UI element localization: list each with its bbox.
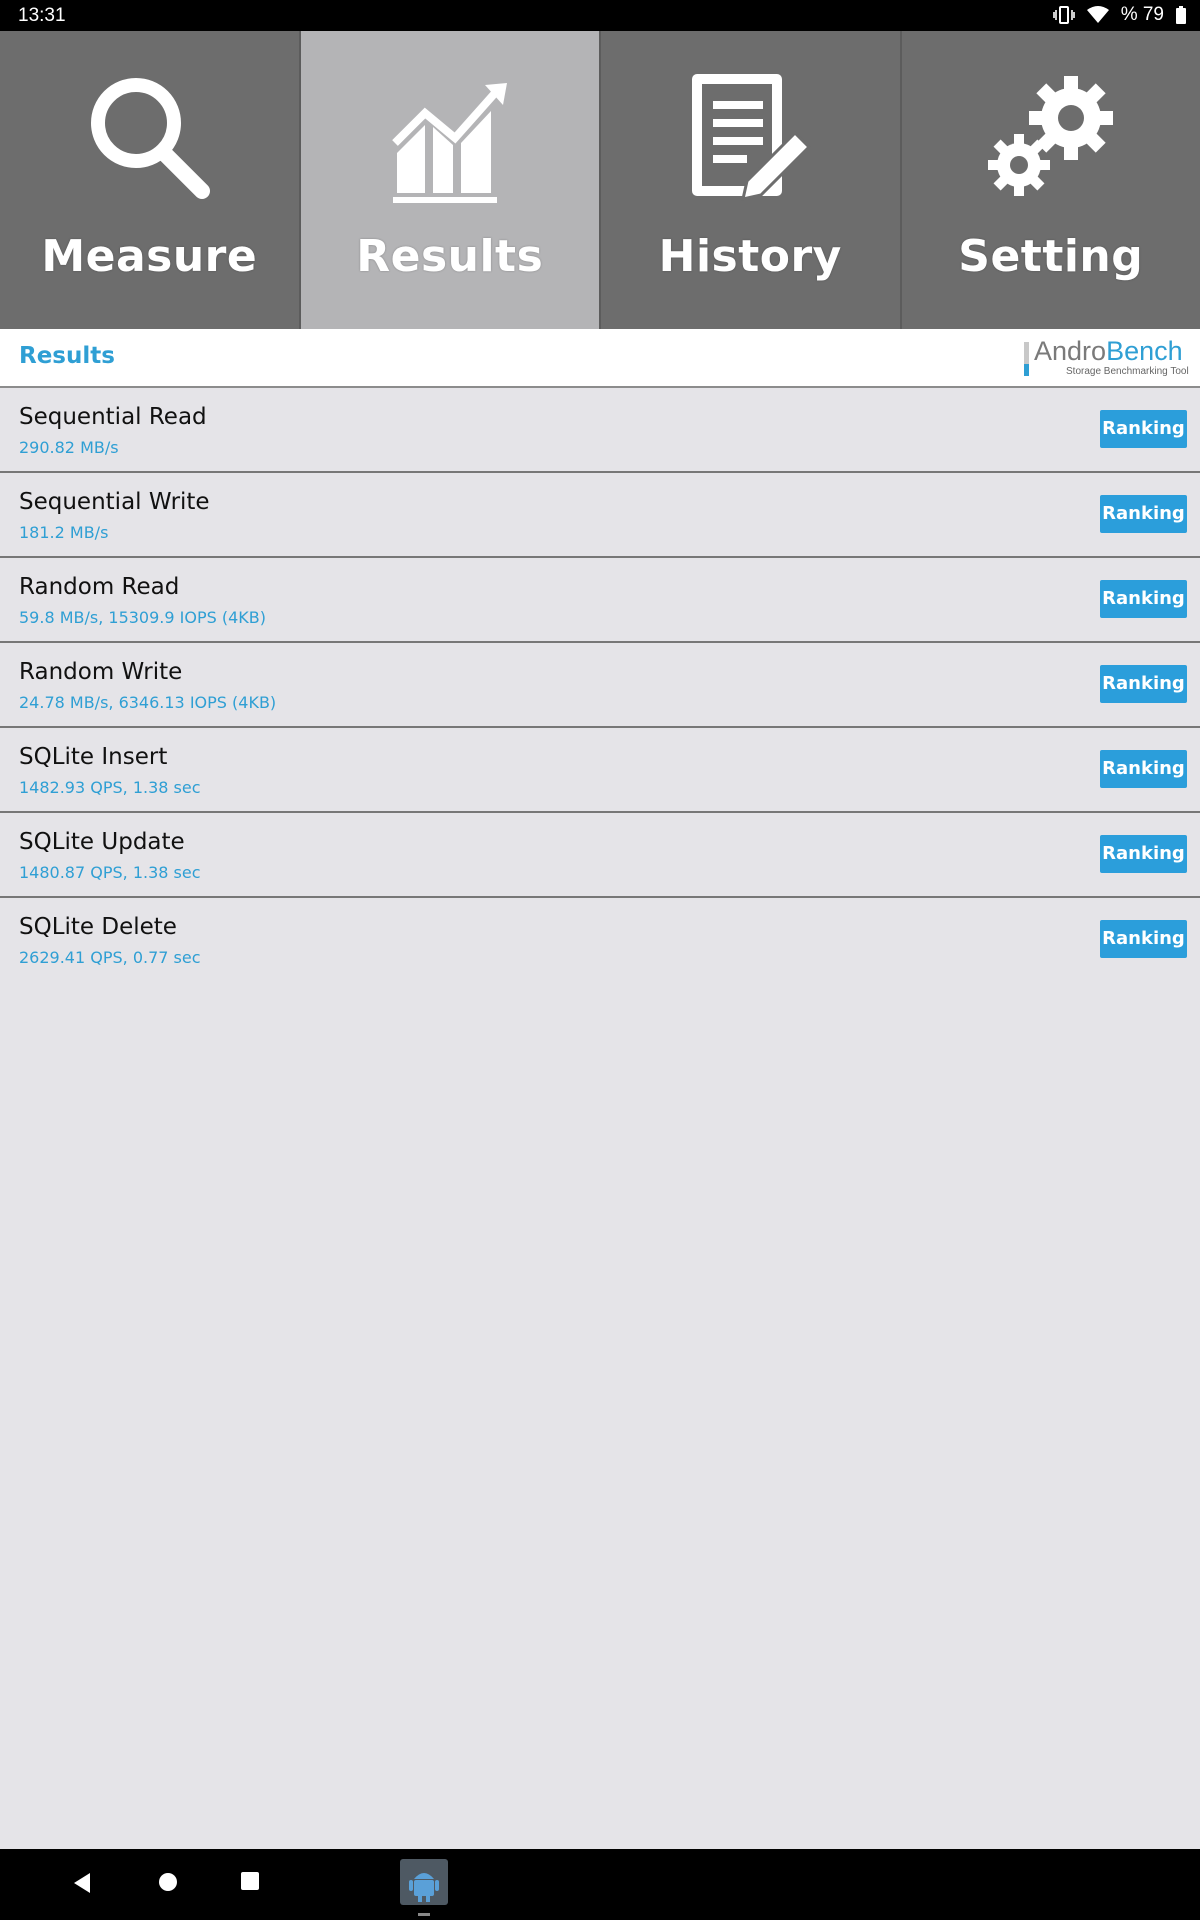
logo-brand: AndroBench (1034, 336, 1183, 367)
logo-brand-bench: Bench (1106, 336, 1183, 366)
tab-measure[interactable]: Measure (0, 31, 301, 329)
logo-brand-andro: Andro (1034, 336, 1107, 366)
logo-bar-accent (1024, 364, 1029, 376)
ranking-button[interactable]: Ranking (1100, 835, 1187, 873)
androbench-logo: AndroBench Storage Benchmarking Tool (1024, 336, 1189, 378)
tab-setting[interactable]: Setting (901, 31, 1200, 329)
battery-icon (1176, 6, 1186, 24)
result-name: SQLite Delete (19, 914, 177, 940)
result-name: Random Read (19, 574, 180, 600)
battery-text: % 79 (1120, 4, 1164, 25)
pinned-app-icon[interactable] (400, 1859, 448, 1905)
result-name: SQLite Insert (19, 744, 168, 770)
ranking-button[interactable]: Ranking (1100, 410, 1187, 448)
result-value: 2629.41 QPS, 0.77 sec (19, 948, 201, 967)
android-icon (409, 1873, 439, 1902)
result-name: Sequential Write (19, 489, 210, 515)
result-value: 1482.93 QPS, 1.38 sec (19, 778, 201, 797)
tab-setting-label: Setting (958, 231, 1144, 282)
result-value: 290.82 MB/s (19, 438, 119, 457)
result-row-random-read: Random Read 59.8 MB/s, 15309.9 IOPS (4KB… (0, 558, 1200, 643)
logo-tagline: Storage Benchmarking Tool (1066, 366, 1189, 377)
gears-icon (987, 76, 1113, 196)
result-row-random-write: Random Write 24.78 MB/s, 6346.13 IOPS (4… (0, 643, 1200, 728)
back-icon[interactable] (72, 1871, 92, 1895)
status-icons: % 79 (1052, 4, 1186, 26)
page-title: Results (19, 343, 115, 369)
result-row-sqlite-delete: SQLite Delete 2629.41 QPS, 0.77 sec Rank… (0, 898, 1200, 981)
result-name: Sequential Read (19, 404, 207, 430)
result-row-sequential-read: Sequential Read 290.82 MB/s Ranking (0, 388, 1200, 473)
tab-history[interactable]: History (601, 31, 902, 329)
ranking-button[interactable]: Ranking (1100, 920, 1187, 958)
result-row-sequential-write: Sequential Write 181.2 MB/s Ranking (0, 473, 1200, 558)
ranking-button[interactable]: Ranking (1100, 665, 1187, 703)
ranking-button[interactable]: Ranking (1100, 750, 1187, 788)
main-tab-bar: Measure Results History Setting (0, 31, 1200, 329)
ranking-button[interactable]: Ranking (1100, 495, 1187, 533)
result-value: 1480.87 QPS, 1.38 sec (19, 863, 201, 882)
results-list: Sequential Read 290.82 MB/s Ranking Sequ… (0, 388, 1200, 981)
result-row-sqlite-insert: SQLite Insert 1482.93 QPS, 1.38 sec Rank… (0, 728, 1200, 813)
wifi-icon (1086, 6, 1109, 24)
result-value: 59.8 MB/s, 15309.9 IOPS (4KB) (19, 608, 266, 627)
status-bar: 13:31 % 79 (0, 0, 1200, 31)
home-icon[interactable] (157, 1871, 179, 1893)
tab-history-label: History (658, 231, 842, 282)
magnifier-icon (91, 78, 211, 199)
result-name: SQLite Update (19, 829, 185, 855)
document-icon (692, 74, 812, 201)
result-value: 181.2 MB/s (19, 523, 109, 542)
chart-icon (391, 83, 507, 203)
result-name: Random Write (19, 659, 183, 685)
ranking-button[interactable]: Ranking (1100, 580, 1187, 618)
recents-icon[interactable] (240, 1871, 260, 1891)
result-value: 24.78 MB/s, 6346.13 IOPS (4KB) (19, 693, 277, 712)
navigation-bar (0, 1849, 1200, 1920)
app-indicator (418, 1913, 430, 1916)
result-row-sqlite-update: SQLite Update 1480.87 QPS, 1.38 sec Rank… (0, 813, 1200, 898)
vibrate-icon (1052, 5, 1075, 25)
results-header: Results AndroBench Storage Benchmarking … (0, 329, 1200, 388)
tab-measure-label: Measure (41, 231, 258, 282)
tab-results[interactable]: Results (300, 31, 601, 329)
tab-results-label: Results (356, 231, 544, 282)
status-time: 13:31 (18, 5, 66, 26)
